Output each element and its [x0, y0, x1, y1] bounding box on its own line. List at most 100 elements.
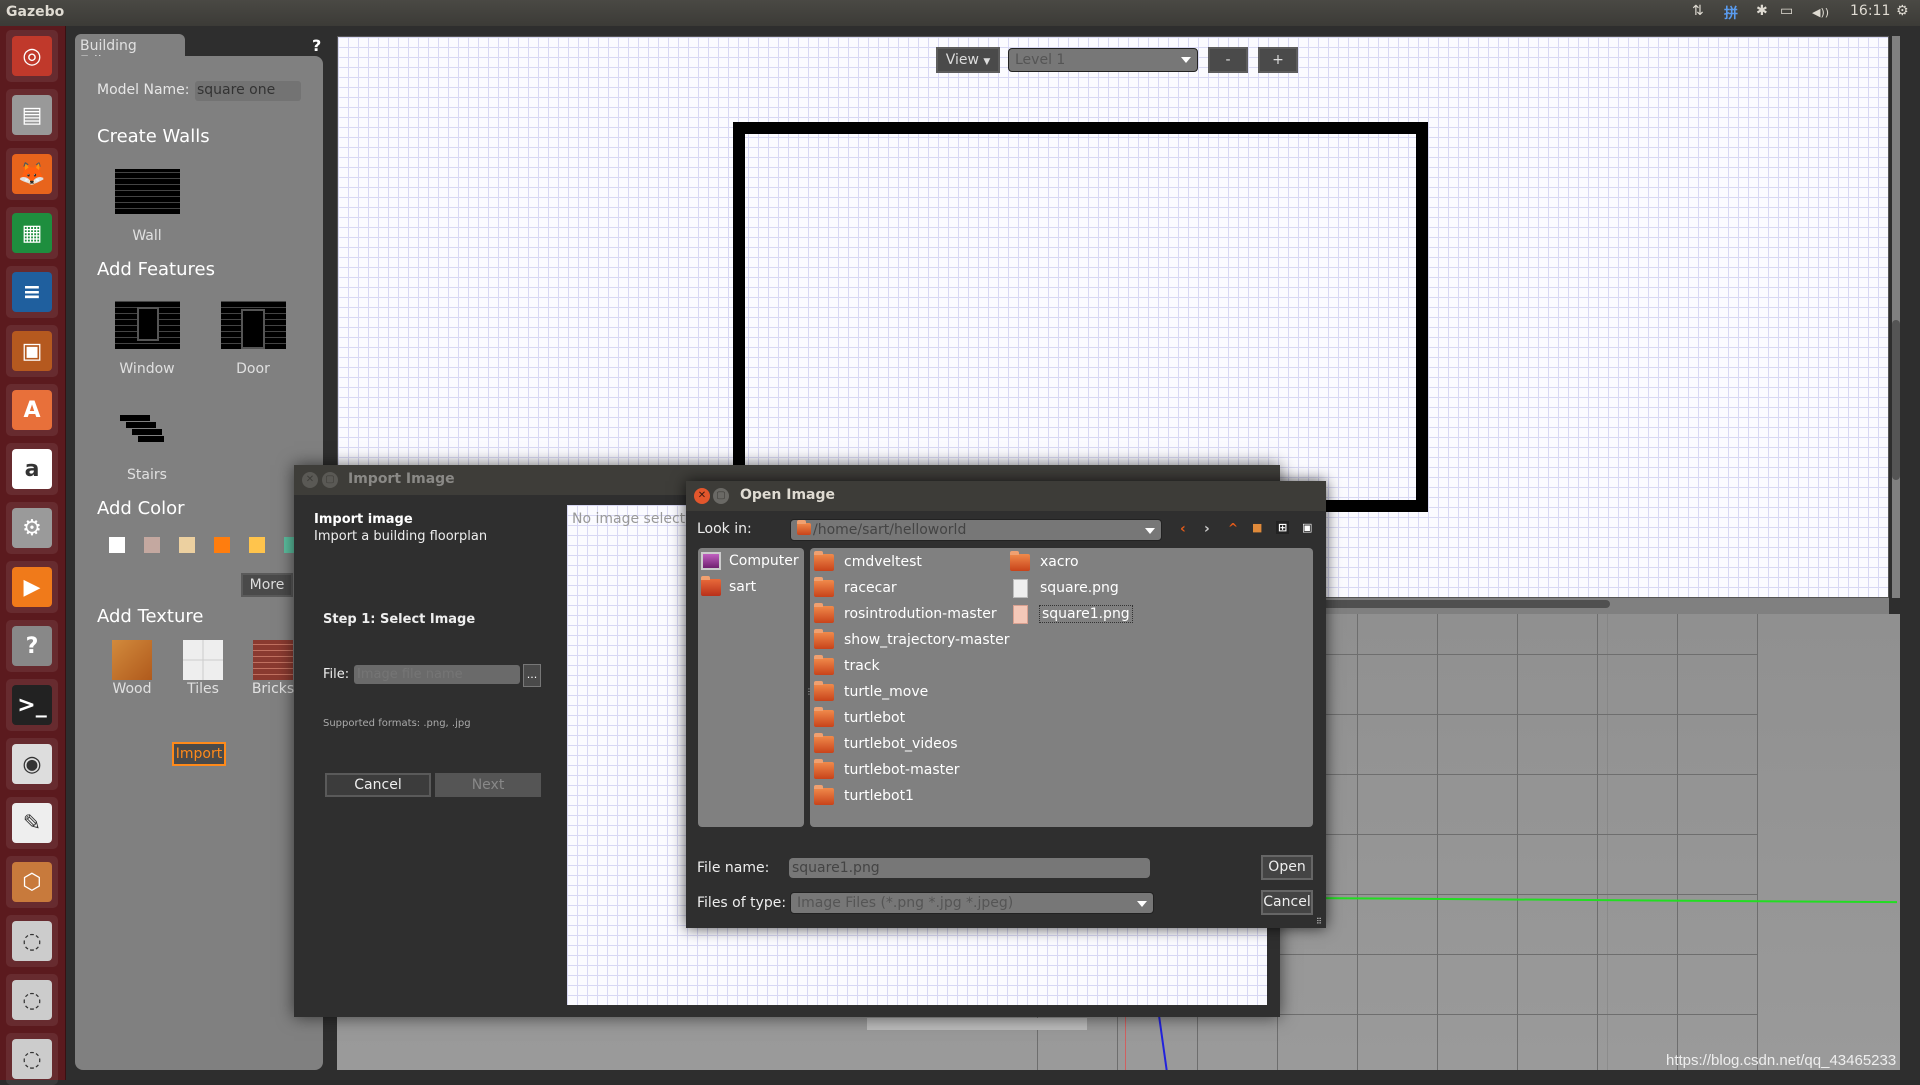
canvas-vertical-scrollbar[interactable]: [1892, 36, 1900, 598]
level-select[interactable]: Level 1: [1008, 48, 1198, 72]
app-title: Gazebo: [6, 4, 65, 20]
video-player-icon: ▶: [12, 567, 52, 607]
browse-button[interactable]: ...: [523, 664, 541, 687]
back-icon[interactable]: ‹: [1180, 521, 1186, 537]
color-swatch-pink[interactable]: [144, 537, 160, 553]
color-swatch-orange[interactable]: [214, 537, 230, 553]
file-item[interactable]: cmdveltest: [814, 550, 922, 573]
chevron-down-icon: ▼: [983, 57, 991, 67]
bricks-texture-icon[interactable]: [253, 640, 293, 680]
file-item[interactable]: turtlebot1: [814, 784, 914, 807]
launcher-firefox[interactable]: 🦊: [6, 148, 58, 200]
launcher-libreoffice-calc[interactable]: ▦: [6, 207, 58, 259]
import-cancel-button[interactable]: Cancel: [325, 773, 431, 797]
open-image-dialog: ✕ ▢ Open Image Look in: /home/sart/hello…: [686, 481, 1326, 928]
file-item[interactable]: turtlebot-master: [814, 758, 959, 781]
launcher-text-editor[interactable]: ✎: [6, 797, 58, 849]
file-path-input[interactable]: [354, 665, 520, 684]
import-button[interactable]: Import: [172, 742, 226, 766]
disk-1-icon: ◌: [12, 921, 52, 961]
file-item[interactable]: turtlebot: [814, 706, 905, 729]
launcher-amazon[interactable]: a: [6, 443, 58, 495]
file-item[interactable]: xacro: [1010, 550, 1079, 573]
look-in-select[interactable]: /home/sart/helloworld: [790, 519, 1162, 541]
view-menu-button[interactable]: View ▼: [936, 47, 1000, 73]
close-icon[interactable]: ✕: [694, 488, 710, 504]
file-item[interactable]: square.png: [1010, 577, 1119, 599]
launcher-gazebo[interactable]: ⬡: [6, 856, 58, 908]
launcher-files[interactable]: ▤: [6, 89, 58, 141]
launcher-disk-2[interactable]: ◌: [6, 974, 58, 1026]
file-item[interactable]: rosintrodution-master: [814, 602, 997, 625]
new-folder-icon[interactable]: ■: [1252, 521, 1262, 534]
launcher-system-settings[interactable]: ⚙: [6, 502, 58, 554]
sidebar-item-sart[interactable]: sart: [701, 575, 756, 598]
detail-view-icon[interactable]: ▣: [1302, 521, 1312, 534]
software-center-icon: A: [12, 390, 52, 430]
file-item[interactable]: turtlebot_videos: [814, 732, 958, 755]
launcher-eye-viewer[interactable]: ◉: [6, 738, 58, 790]
volume-icon[interactable]: ◀)): [1812, 6, 1829, 19]
text-editor-icon: ✎: [12, 803, 52, 843]
tab-building-editor[interactable]: Building Editor: [75, 34, 185, 70]
parent-dir-icon[interactable]: ^: [1228, 521, 1238, 535]
launcher-terminal[interactable]: >_: [6, 679, 58, 731]
step-label: Step 1: Select Image: [323, 612, 476, 627]
launcher-ubuntu-dash[interactable]: ◎: [6, 30, 58, 82]
maximize-icon[interactable]: ▢: [713, 488, 729, 504]
wood-label: Wood: [112, 681, 152, 697]
wall-label: Wall: [132, 228, 162, 244]
import-next-button[interactable]: Next: [435, 773, 541, 797]
wall-icon[interactable]: [115, 169, 180, 214]
file-item[interactable]: show_trajectory-master: [814, 628, 1009, 651]
file-item[interactable]: racecar: [814, 576, 897, 599]
maximize-icon[interactable]: ▢: [322, 472, 338, 488]
forward-icon[interactable]: ›: [1204, 521, 1210, 537]
launcher-libreoffice-writer[interactable]: ≡: [6, 266, 58, 318]
more-colors-button[interactable]: More: [241, 573, 293, 597]
splitter-handle[interactable]: ⋮: [805, 687, 813, 697]
terminal-icon: >_: [12, 685, 52, 725]
file-item[interactable]: turtle_move: [814, 680, 928, 703]
color-swatch-yellow[interactable]: [249, 537, 265, 553]
launcher-disk-3[interactable]: ◌: [6, 1033, 58, 1085]
color-swatch-white[interactable]: [109, 537, 125, 553]
canvas-horizontal-scroll-thumb[interactable]: [1320, 600, 1610, 608]
launcher-help[interactable]: ?: [6, 620, 58, 672]
libreoffice-writer-icon: ≡: [12, 272, 52, 312]
cancel-button[interactable]: Cancel: [1261, 890, 1313, 915]
open-button[interactable]: Open: [1261, 855, 1313, 880]
file-item[interactable]: square1.png: [1010, 603, 1133, 625]
add-level-button[interactable]: +: [1258, 47, 1298, 73]
launcher-software-center[interactable]: A: [6, 384, 58, 436]
list-view-icon[interactable]: ⊞: [1276, 521, 1290, 534]
remove-level-button[interactable]: -: [1208, 47, 1248, 73]
input-method-icon[interactable]: 拼: [1724, 3, 1738, 23]
model-name-input[interactable]: square one: [195, 81, 301, 101]
launcher-disk-1[interactable]: ◌: [6, 915, 58, 967]
color-swatch-beige[interactable]: [179, 537, 195, 553]
network-icon[interactable]: ⇅: [1692, 3, 1704, 19]
launcher-video-player[interactable]: ▶: [6, 561, 58, 613]
file-item[interactable]: track: [814, 654, 880, 677]
bluetooth-icon[interactable]: ✱: [1756, 3, 1768, 19]
wood-texture-icon[interactable]: [112, 640, 152, 680]
door-icon[interactable]: [221, 301, 286, 349]
close-icon[interactable]: ✕: [302, 472, 318, 488]
canvas-vertical-scroll-thumb[interactable]: [1892, 320, 1900, 480]
battery-icon[interactable]: ▭: [1780, 3, 1793, 19]
window-icon[interactable]: [115, 301, 180, 349]
launcher-libreoffice-impress[interactable]: ▣: [6, 325, 58, 377]
open-dialog-titlebar[interactable]: ✕ ▢ Open Image: [686, 481, 1326, 511]
stairs-icon[interactable]: [120, 415, 164, 445]
power-icon[interactable]: ⚙: [1896, 3, 1909, 19]
wall-square[interactable]: [733, 122, 1428, 512]
help-button[interactable]: ?: [312, 36, 321, 55]
clock[interactable]: 16:11: [1850, 3, 1890, 19]
sidebar-item-computer[interactable]: Computer: [701, 550, 799, 572]
resize-grip[interactable]: ⠿: [1316, 917, 1324, 926]
libreoffice-impress-icon: ▣: [12, 331, 52, 371]
file-name-input[interactable]: [789, 858, 1150, 878]
tiles-texture-icon[interactable]: [183, 640, 223, 680]
files-of-type-select[interactable]: Image Files (*.png *.jpg *.jpeg): [790, 892, 1154, 914]
